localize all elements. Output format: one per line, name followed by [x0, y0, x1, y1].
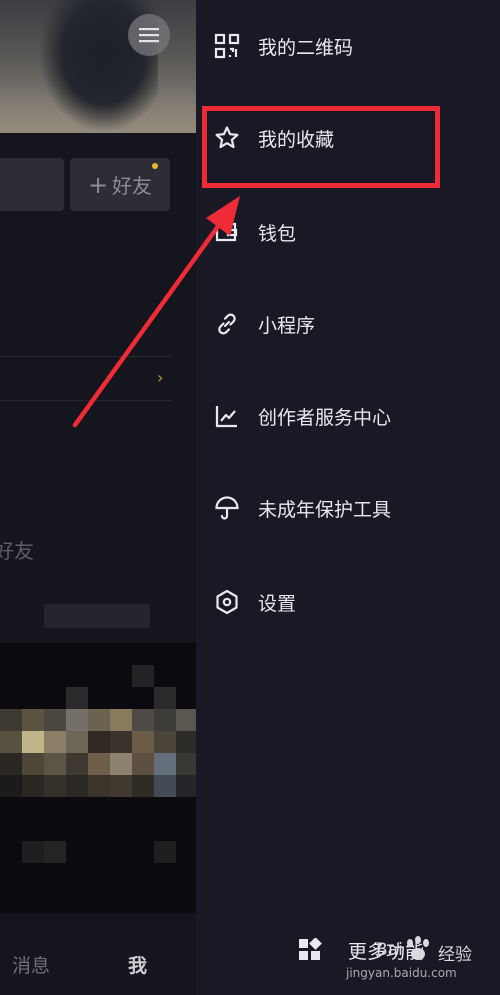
hamburger-icon: [139, 28, 159, 43]
tab-strip: [44, 604, 150, 628]
friend-hint-text: 好友: [0, 539, 34, 563]
wallet-icon: [214, 219, 240, 245]
hamburger-menu-button[interactable]: [128, 14, 170, 56]
menu-item-label: 未成年保护工具: [258, 498, 392, 521]
edit-profile-button[interactable]: [0, 158, 64, 211]
paw-logo-icon: [407, 936, 429, 960]
menu-item-qr-code[interactable]: 我的二维码: [196, 16, 500, 76]
nav-me[interactable]: 我: [128, 951, 147, 978]
watermark-url: jingyan.baidu.com: [346, 966, 457, 980]
chevron-right-icon[interactable]: ›: [157, 368, 163, 387]
link-icon: [214, 311, 240, 337]
divider: [0, 356, 172, 357]
menu-item-mini-programs[interactable]: 小程序: [196, 294, 500, 354]
profile-page: + 好友 › 好友 消息 我: [0, 0, 196, 995]
hexagon-settings-icon: [214, 589, 240, 615]
notification-dot: [152, 163, 158, 169]
grid-icon: [299, 938, 322, 960]
menu-item-minor-protection[interactable]: 未成年保护工具: [196, 478, 500, 538]
menu-item-wallet[interactable]: 钱包: [196, 202, 500, 262]
menu-item-creator-center[interactable]: 创作者服务中心: [196, 386, 500, 446]
add-friend-label: 好友: [112, 174, 153, 198]
menu-item-label: 我的二维码: [258, 36, 354, 59]
menu-item-label: 设置: [258, 592, 297, 615]
nav-messages[interactable]: 消息: [12, 951, 50, 978]
qr-code-icon: [214, 33, 240, 59]
menu-item-label: 创作者服务中心: [258, 406, 392, 429]
screen: + 好友 › 好友 消息 我 我的二维码 我的收藏 钱包 小程序 创作者服务中心…: [0, 0, 500, 995]
chart-icon: [214, 403, 240, 429]
menu-item-label: 小程序: [258, 314, 316, 337]
cover-photo: [0, 0, 196, 133]
plus-icon: +: [87, 170, 109, 199]
menu-item-label: 钱包: [258, 222, 297, 245]
pixelated-video-thumbnail[interactable]: [0, 643, 196, 913]
menu-item-settings[interactable]: 设置: [196, 572, 500, 632]
watermark-brand-left: Bai: [376, 940, 403, 960]
highlight-box: [202, 106, 440, 188]
baidu-jingyan-watermark: Bai 经验 jingyan.baidu.com: [344, 932, 486, 988]
divider: [0, 400, 172, 401]
watermark-brand-right: 经验: [438, 945, 472, 965]
umbrella-icon: [214, 495, 240, 521]
